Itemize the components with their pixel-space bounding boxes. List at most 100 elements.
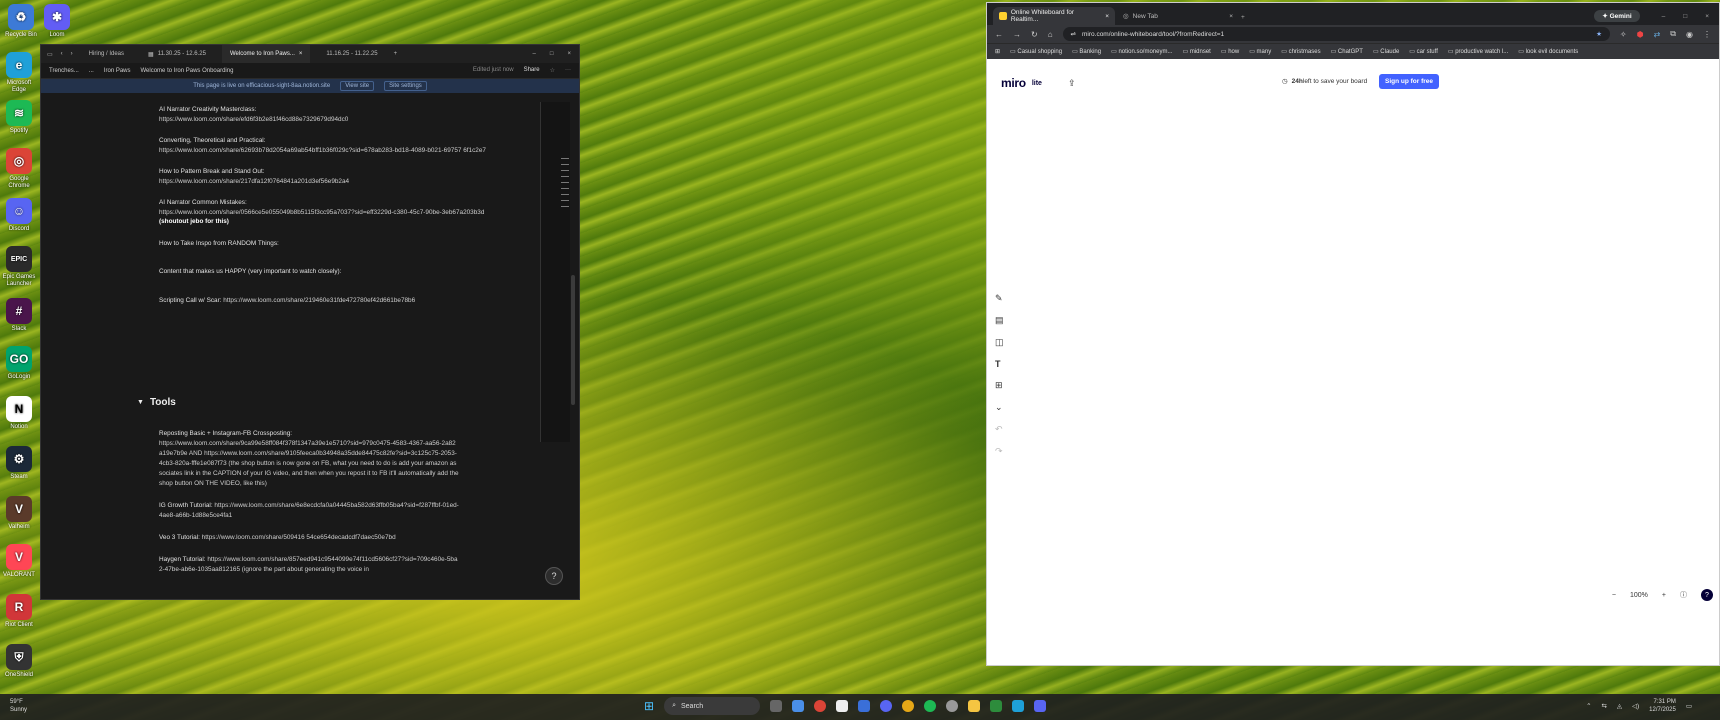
discord-icon[interactable]	[880, 700, 893, 712]
bookmark-item[interactable]: ▭ Banking	[1072, 48, 1101, 55]
loom-link[interactable]: https://www.loom.com/share/217dfa12f0764…	[159, 178, 349, 185]
app-icon[interactable]	[990, 700, 1003, 712]
star-icon[interactable]: ☆	[550, 67, 555, 74]
gemini-button[interactable]: ✦ Gemini	[1594, 10, 1640, 22]
help-icon[interactable]: ?	[545, 567, 563, 585]
reload-icon[interactable]: ↻	[1031, 30, 1038, 39]
back-icon[interactable]: ←	[995, 30, 1003, 39]
pen-icon[interactable]: ✎	[995, 293, 1004, 304]
bookmark-item[interactable]: ▭ many	[1249, 48, 1271, 55]
chrome-icon[interactable]	[814, 700, 827, 712]
zoom-in-icon[interactable]: +	[1662, 592, 1666, 599]
tool-text[interactable]: https://www.loom.com/share/9ca99e58ff084…	[159, 440, 459, 487]
clock[interactable]: 7:31 PM 12/7/2025	[1649, 698, 1676, 714]
breadcrumb-item[interactable]: Iron Paws	[104, 68, 131, 74]
file-explorer-icon[interactable]	[968, 700, 981, 712]
tab-new[interactable]: ◎ New Tab ×	[1117, 7, 1239, 25]
new-tab-icon[interactable]: +	[1241, 14, 1245, 21]
url-input[interactable]: ⇌ miro.com/online-whiteboard/tool/?fromR…	[1062, 27, 1610, 41]
loom-link[interactable]: https://www.loom.com/share/62693b78d2054…	[159, 147, 486, 154]
desktop-icon-recycle-bin[interactable]: ♻ Recycle Bin	[2, 4, 40, 39]
volume-icon[interactable]: ◁)	[1632, 702, 1639, 710]
desktop-icon-valorant[interactable]: V VALORANT	[0, 544, 38, 579]
desktop-icon-loom[interactable]: ✱ Loom	[38, 4, 76, 39]
bookmark-item[interactable]: ▭ midnset	[1182, 48, 1210, 55]
info-icon[interactable]: ⓘ	[1680, 590, 1687, 600]
desktop-icon-google-chrome[interactable]: ◎ Google Chrome	[0, 148, 38, 190]
content-block[interactable]: How to Take Inspo from RANDOM Things:	[159, 239, 489, 249]
zoom-out-icon[interactable]: −	[1612, 592, 1616, 599]
tool-block[interactable]: Reposting Basic + Instagram-FB Crosspost…	[159, 429, 459, 489]
loom-link[interactable]: https://www.loom.com/share/0566ce5e05504…	[159, 209, 484, 216]
site-info-icon[interactable]: ⇌	[1071, 30, 1076, 38]
desktop-icon-slack[interactable]: # Slack	[0, 298, 38, 333]
help-icon[interactable]: ?	[1701, 589, 1713, 601]
new-tab-icon[interactable]: +	[394, 51, 398, 57]
notion-tab-2[interactable]: ▦ 11.30.25 - 12.6.25	[140, 45, 214, 63]
bookmark-item[interactable]: ▭ how	[1221, 48, 1239, 55]
app-icon[interactable]	[858, 700, 871, 712]
notion-icon[interactable]	[836, 700, 849, 712]
bookmark-item[interactable]: ▭ look evil documents	[1518, 48, 1578, 55]
app-icon[interactable]	[902, 700, 915, 712]
tab-miro[interactable]: Online Whiteboard for Realtim... ×	[993, 7, 1115, 25]
notion-tab-3[interactable]: Welcome to Iron Paws... ×	[221, 45, 311, 63]
site-settings-button[interactable]: Site settings	[384, 81, 427, 91]
view-site-button[interactable]: View site	[340, 81, 375, 91]
tool-block[interactable]: IG Growth Tutorial: https://www.loom.com…	[159, 501, 459, 521]
close-icon[interactable]: ×	[1105, 13, 1109, 20]
notion-tab-1[interactable]: Hiring / Ideas	[81, 45, 132, 63]
expand-chevron-icon[interactable]: ⌄	[995, 402, 1004, 413]
sidebar-toggle-icon[interactable]: ▭	[47, 51, 53, 58]
bookmark-item[interactable]: ▭ christmases	[1281, 48, 1320, 55]
close-icon[interactable]: ×	[1229, 13, 1233, 20]
taskbar-search[interactable]: ⌕ Search	[664, 697, 761, 715]
export-icon[interactable]: ⇪	[1068, 78, 1076, 89]
extension-icon[interactable]: ⬢	[1637, 30, 1644, 39]
table-of-contents[interactable]	[561, 158, 569, 212]
tool-block[interactable]: Haygen Tutorial: https://www.loom.com/sh…	[159, 555, 459, 575]
tool-block[interactable]: Veo 3 Tutorial: https://www.loom.com/sha…	[159, 533, 459, 543]
content-block[interactable]: AI Narrator Common Mistakes: https://www.…	[159, 198, 489, 227]
app-icon[interactable]	[792, 700, 805, 712]
undo-icon[interactable]: ↶	[995, 424, 1004, 435]
bookmark-item[interactable]: ▭ notion.so/moneym...	[1111, 48, 1172, 55]
notification-icon[interactable]: ▭	[1686, 702, 1692, 710]
desktop-icon-steam[interactable]: ⚙ Steam	[0, 446, 38, 481]
minimize-icon[interactable]: –	[533, 51, 536, 57]
desktop-icon-epic-games-launcher[interactable]: EPIC Epic Games Launcher	[0, 246, 38, 288]
extension-icon[interactable]: ✧	[1620, 30, 1627, 39]
bookmark-star-icon[interactable]: ★	[1596, 30, 1602, 38]
weather-widget[interactable]: 59°F Sunny	[10, 698, 27, 714]
more-tools-icon[interactable]: ⊞	[995, 380, 1004, 391]
desktop-icon-spotify[interactable]: ≋ Spotify	[0, 100, 38, 135]
desktop-icon-gologin[interactable]: GO GoLogin	[0, 346, 38, 381]
desktop-icon-microsoft-edge[interactable]: e Microsoft Edge	[0, 52, 38, 94]
desktop-icon-oneshield[interactable]: ⛨ OneShield	[0, 644, 38, 679]
desktop-icon-riot-client[interactable]: R Riot Client	[0, 594, 38, 629]
tray-chevron-icon[interactable]: ⌃	[1586, 702, 1591, 710]
more-icon[interactable]: ···	[565, 67, 571, 74]
bookmark-item[interactable]: ▭ productive watch l...	[1448, 48, 1508, 55]
bookmark-item[interactable]: ▭ car stuff	[1409, 48, 1438, 55]
close-icon[interactable]: ×	[299, 51, 303, 57]
bookmark-item[interactable]: ▭ ChatGPT	[1331, 48, 1363, 55]
back-icon[interactable]: ‹	[61, 51, 63, 57]
text-icon[interactable]: T	[995, 359, 1004, 369]
minimize-icon[interactable]: –	[1662, 13, 1666, 20]
content-block[interactable]: Converting, Theoretical and Practical: ht…	[159, 136, 489, 155]
apps-icon[interactable]: ⊞	[995, 48, 1000, 55]
signup-button[interactable]: Sign up for free	[1379, 74, 1440, 89]
desktop-icon-notion[interactable]: N Notion	[0, 396, 38, 431]
start-icon[interactable]: ⊞	[644, 699, 654, 713]
breadcrumb-item[interactable]: ...	[89, 68, 94, 74]
spotify-icon[interactable]	[924, 700, 937, 712]
loom-link[interactable]: https://www.loom.com/share/219460e31fde4…	[223, 297, 415, 304]
close-window-icon[interactable]: ×	[1705, 13, 1709, 20]
menu-icon[interactable]: ⋮	[1703, 30, 1711, 39]
profile-avatar[interactable]: ◉	[1686, 30, 1693, 39]
content-block[interactable]: How to Pattern Break and Stand Out: https…	[159, 167, 489, 186]
maximize-icon[interactable]: □	[1683, 13, 1687, 20]
extension-icon[interactable]: ⇄	[1654, 30, 1661, 39]
forward-icon[interactable]: →	[1013, 30, 1021, 39]
